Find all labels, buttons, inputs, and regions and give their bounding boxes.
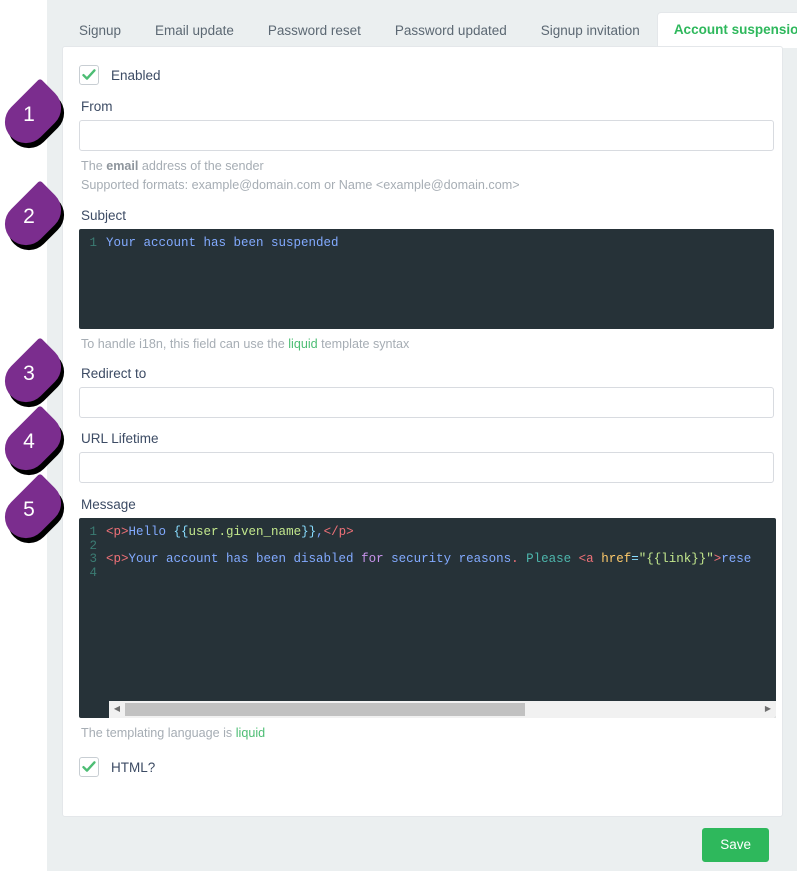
subject-label: Subject <box>81 208 127 223</box>
tab-label: Email update <box>155 23 234 38</box>
form-footer: Save <box>62 820 783 871</box>
check-icon <box>82 69 96 80</box>
save-button[interactable]: Save <box>702 828 769 862</box>
line-content: <p>Your account has been disabled for se… <box>106 552 752 567</box>
tab-password-reset[interactable]: Password reset <box>251 14 378 48</box>
code-line: 2 <box>79 538 776 554</box>
code-line: 1 Your account has been suspended <box>79 236 774 251</box>
liquid-link[interactable]: liquid <box>288 337 317 351</box>
line-number: 1 <box>89 236 97 250</box>
tab-signup[interactable]: Signup <box>62 14 138 48</box>
url-lifetime-input[interactable] <box>79 452 774 483</box>
tab-signup-invitation[interactable]: Signup invitation <box>524 14 657 48</box>
redirect-to-label: Redirect to <box>81 366 147 381</box>
callout-pin-5: 5 <box>0 473 73 552</box>
scroll-left-arrow-icon[interactable]: ◀ <box>109 701 125 718</box>
template-tabs: Signup Email update Password reset Passw… <box>62 0 797 48</box>
code-line: 1 <p>Hello {{user.given_name}},</p> <box>79 525 776 540</box>
subject-code-area[interactable]: 1 Your account has been suspended <box>79 229 774 251</box>
code-line: 3 <p>Your account has been disabled for s… <box>79 552 776 567</box>
tab-password-updated[interactable]: Password updated <box>378 14 524 48</box>
callout-number: 4 <box>23 430 35 453</box>
enabled-label: Enabled <box>111 67 161 83</box>
from-help-formats: Supported formats: example@domain.com or… <box>81 178 520 192</box>
callout-number: 3 <box>23 362 35 385</box>
callout-pin-4: 4 <box>0 405 73 484</box>
callout-pin-3: 3 <box>0 337 73 416</box>
enabled-checkbox-row[interactable]: Enabled <box>79 65 766 85</box>
message-code-area[interactable]: 1 <p>Hello {{user.given_name}},</p> 2 3 <p… <box>79 518 776 580</box>
tab-label: Signup invitation <box>540 23 640 38</box>
message-code-editor[interactable]: 1 <p>Hello {{user.given_name}},</p> 2 3 <p… <box>79 518 776 718</box>
screenshot-root: Signup Email update Password reset Passw… <box>0 0 797 871</box>
subject-help-text: To handle i18n, this field can use the l… <box>81 335 766 354</box>
html-label: HTML? <box>111 759 156 775</box>
from-help-text: The email address of the sender Supporte… <box>81 157 766 195</box>
callout-number: 5 <box>23 498 35 521</box>
message-label: Message <box>81 497 136 512</box>
from-help-bold: email <box>106 159 139 173</box>
line-content: <p>Hello {{user.given_name}},</p> <box>106 525 354 539</box>
redirect-to-input[interactable] <box>79 387 774 418</box>
from-label: From <box>81 99 113 114</box>
callout-number: 2 <box>23 205 35 228</box>
message-help-prefix: The templating language is <box>81 726 236 740</box>
code-line: 4 <box>79 565 776 581</box>
line-content: Your account has been suspended <box>106 236 339 250</box>
scrollbar-track[interactable] <box>125 701 760 718</box>
line-number: 2 <box>89 538 97 553</box>
message-horizontal-scrollbar[interactable]: ◀ ▶ <box>109 701 776 718</box>
tab-email-update[interactable]: Email update <box>138 14 251 48</box>
tab-label: Signup <box>79 23 122 38</box>
tab-label: Password updated <box>394 23 507 38</box>
subject-help-suffix: template syntax <box>317 337 410 351</box>
url-lifetime-label: URL Lifetime <box>81 431 159 446</box>
template-form-card: Enabled From The email address of the se… <box>62 46 783 817</box>
scroll-right-arrow-icon[interactable]: ▶ <box>760 701 776 718</box>
subject-code-editor[interactable]: 1 Your account has been suspended <box>79 229 774 329</box>
tab-label: Password reset <box>267 23 361 38</box>
subject-help-prefix: To handle i18n, this field can use the <box>81 337 289 351</box>
tab-label: Account suspension <box>673 22 797 37</box>
line-number: 1 <box>89 525 97 539</box>
from-input[interactable] <box>79 120 774 151</box>
tab-account-suspension[interactable]: Account suspension <box>656 12 797 48</box>
callout-pin-2: 2 <box>0 180 73 259</box>
from-help-prefix: The <box>81 159 107 173</box>
callout-pin-1: 1 <box>0 78 73 157</box>
message-help-text: The templating language is liquid <box>81 724 766 743</box>
check-icon <box>82 761 96 772</box>
enabled-checkbox[interactable] <box>79 65 99 85</box>
line-number: 4 <box>89 565 97 580</box>
scrollbar-thumb[interactable] <box>125 703 526 716</box>
line-number: 3 <box>89 552 97 567</box>
callout-number: 1 <box>23 103 35 126</box>
from-help-suffix: address of the sender <box>138 159 264 173</box>
html-checkbox[interactable] <box>79 757 99 777</box>
html-checkbox-row[interactable]: HTML? <box>79 757 766 777</box>
liquid-link[interactable]: liquid <box>236 726 265 740</box>
